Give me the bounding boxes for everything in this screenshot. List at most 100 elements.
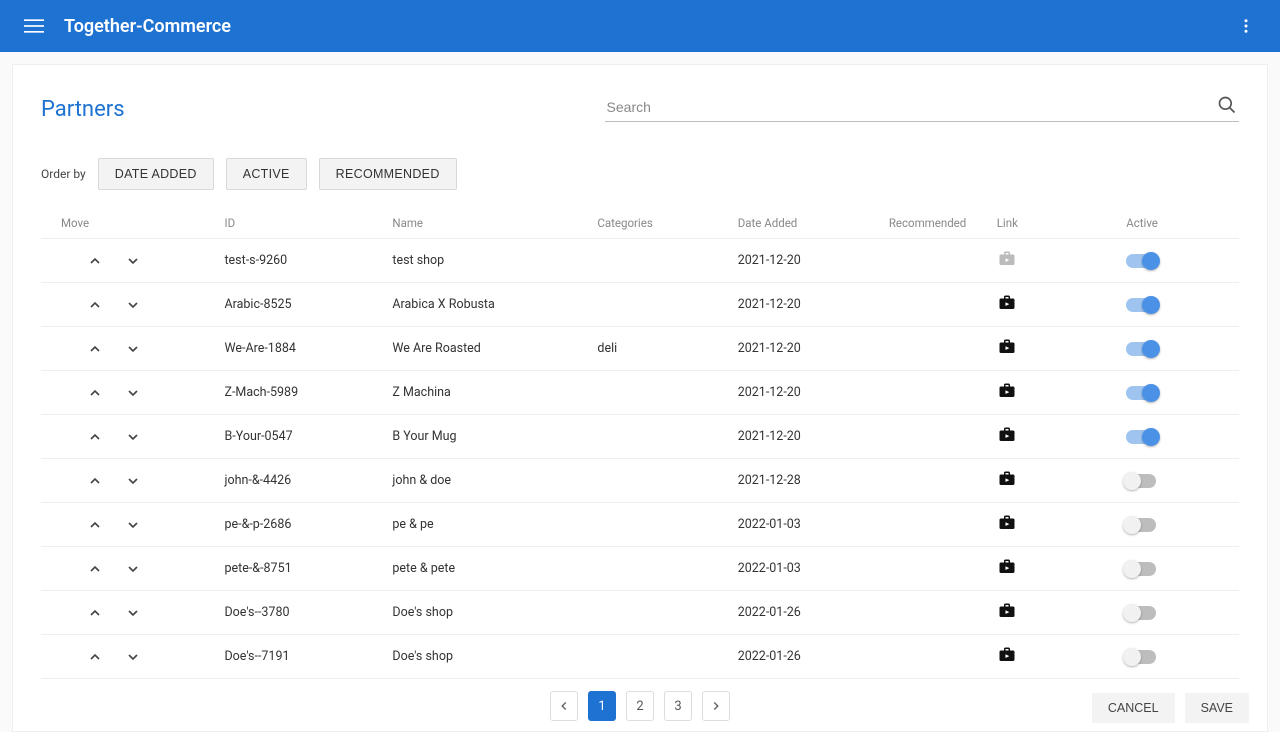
page-number-button[interactable]: 2: [626, 691, 654, 721]
go-to-store-link[interactable]: [997, 513, 1017, 533]
cell-date: 2021-12-20: [732, 283, 883, 327]
cell-id: Doe's--7191: [224, 635, 386, 679]
go-to-store-link[interactable]: [997, 557, 1017, 577]
cell-categories: [591, 591, 731, 635]
cell-recommended: [883, 459, 991, 503]
cell-date: 2021-12-20: [732, 327, 883, 371]
go-to-store-link[interactable]: [997, 601, 1017, 621]
go-to-store-link: [997, 249, 1017, 269]
active-toggle[interactable]: [1126, 606, 1156, 620]
cell-date: 2022-01-26: [732, 591, 883, 635]
cell-name: pete & pete: [386, 547, 591, 591]
search-icon[interactable]: [1215, 93, 1239, 117]
cell-name: Arabica X Robusta: [386, 283, 591, 327]
cell-recommended: [883, 371, 991, 415]
move-up-button[interactable]: [85, 647, 105, 667]
page-prev-button[interactable]: [550, 691, 578, 721]
active-toggle[interactable]: [1126, 298, 1156, 312]
move-down-button[interactable]: [123, 251, 143, 271]
move-up-button[interactable]: [85, 559, 105, 579]
appbar: Together-Commerce: [0, 0, 1280, 52]
order-by-row: Order by DATE ADDED ACTIVE RECOMMENDED: [41, 158, 1239, 190]
go-to-store-link[interactable]: [997, 381, 1017, 401]
app-title: Together-Commerce: [64, 16, 231, 37]
go-to-store-link[interactable]: [997, 293, 1017, 313]
move-down-button[interactable]: [123, 603, 143, 623]
cell-id: B-Your-0547: [224, 415, 386, 459]
move-up-button[interactable]: [85, 427, 105, 447]
active-toggle[interactable]: [1126, 518, 1156, 532]
page-number-button[interactable]: 1: [588, 691, 616, 721]
chevron-left-icon: [557, 699, 571, 713]
table-row: Arabic-8525Arabica X Robusta2021-12-20: [41, 283, 1239, 327]
more-button[interactable]: [1226, 6, 1266, 46]
cell-name: john & doe: [386, 459, 591, 503]
active-toggle[interactable]: [1126, 254, 1156, 268]
cell-categories: [591, 635, 731, 679]
col-recommended-header: Recommended: [883, 208, 991, 239]
move-up-button[interactable]: [85, 251, 105, 271]
cell-id: We-Are-1884: [224, 327, 386, 371]
cell-recommended: [883, 415, 991, 459]
move-up-button[interactable]: [85, 515, 105, 535]
go-to-store-link[interactable]: [997, 425, 1017, 445]
cell-name: Z Machina: [386, 371, 591, 415]
cell-id: Z-Mach-5989: [224, 371, 386, 415]
search-input[interactable]: [605, 93, 1239, 122]
cell-date: 2021-12-28: [732, 459, 883, 503]
col-active-header: Active: [1120, 208, 1239, 239]
move-up-button[interactable]: [85, 339, 105, 359]
move-up-button[interactable]: [85, 295, 105, 315]
move-down-button[interactable]: [123, 339, 143, 359]
order-recommended-button[interactable]: RECOMMENDED: [319, 158, 457, 190]
cell-date: 2021-12-20: [732, 371, 883, 415]
cell-recommended: [883, 239, 991, 283]
col-name-header: Name: [386, 208, 591, 239]
move-up-button[interactable]: [85, 603, 105, 623]
chevron-right-icon: [709, 699, 723, 713]
move-down-button[interactable]: [123, 383, 143, 403]
move-down-button[interactable]: [123, 427, 143, 447]
cell-date: 2021-12-20: [732, 239, 883, 283]
menu-button[interactable]: [14, 6, 54, 46]
table-row: test-s-9260test shop2021-12-20: [41, 239, 1239, 283]
table-row: We-Are-1884We Are Roasteddeli2021-12-20: [41, 327, 1239, 371]
cell-recommended: [883, 503, 991, 547]
cell-name: Doe's shop: [386, 591, 591, 635]
cell-id: john-&-4426: [224, 459, 386, 503]
active-toggle[interactable]: [1126, 386, 1156, 400]
go-to-store-link[interactable]: [997, 645, 1017, 665]
go-to-store-link[interactable]: [997, 337, 1017, 357]
cell-categories: [591, 547, 731, 591]
go-to-store-link[interactable]: [997, 469, 1017, 489]
order-date-added-button[interactable]: DATE ADDED: [98, 158, 214, 190]
move-up-button[interactable]: [85, 471, 105, 491]
active-toggle[interactable]: [1126, 342, 1156, 356]
cell-categories: deli: [591, 327, 731, 371]
save-button[interactable]: SAVE: [1185, 693, 1249, 723]
active-toggle[interactable]: [1126, 474, 1156, 488]
cell-categories: [591, 415, 731, 459]
page-number-button[interactable]: 3: [664, 691, 692, 721]
move-down-button[interactable]: [123, 295, 143, 315]
order-by-label: Order by: [41, 167, 86, 181]
active-toggle[interactable]: [1126, 650, 1156, 664]
cell-date: 2021-12-20: [732, 415, 883, 459]
move-down-button[interactable]: [123, 471, 143, 491]
order-active-button[interactable]: ACTIVE: [226, 158, 307, 190]
move-down-button[interactable]: [123, 559, 143, 579]
active-toggle[interactable]: [1126, 562, 1156, 576]
move-up-button[interactable]: [85, 383, 105, 403]
page-next-button[interactable]: [702, 691, 730, 721]
col-move-header: Move: [41, 208, 224, 239]
cell-name: Doe's shop: [386, 635, 591, 679]
table-row: B-Your-0547B Your Mug2021-12-20: [41, 415, 1239, 459]
move-down-button[interactable]: [123, 515, 143, 535]
more-vert-icon: [1237, 17, 1255, 35]
move-down-button[interactable]: [123, 647, 143, 667]
cell-categories: [591, 503, 731, 547]
cancel-button[interactable]: CANCEL: [1092, 693, 1175, 723]
cell-id: test-s-9260: [224, 239, 386, 283]
col-id-header: ID: [224, 208, 386, 239]
active-toggle[interactable]: [1126, 430, 1156, 444]
